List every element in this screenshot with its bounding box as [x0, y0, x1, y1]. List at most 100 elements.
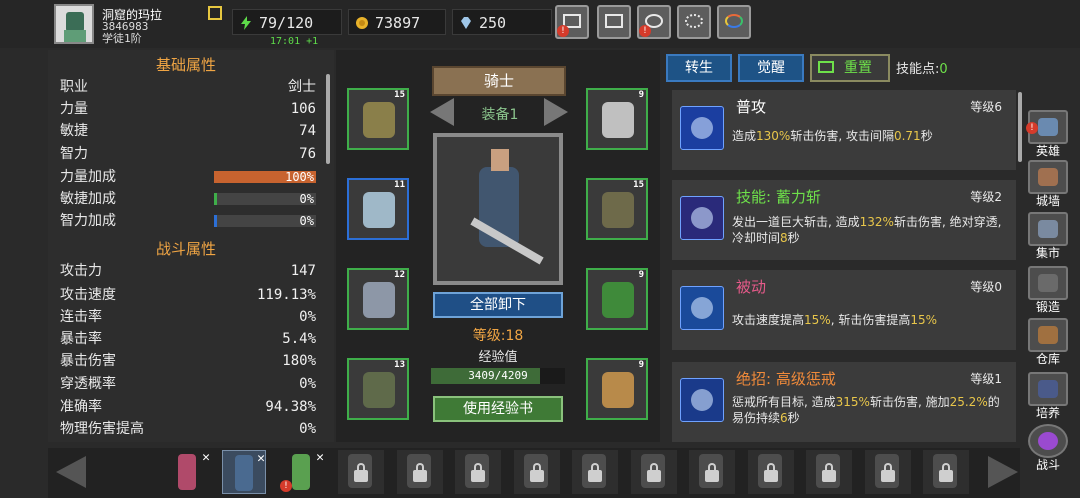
equip-set-label: 装备1 — [481, 107, 519, 123]
chest-slot[interactable]: 11 — [347, 178, 409, 240]
stats-scrollbar[interactable] — [326, 74, 330, 164]
player-avatar[interactable] — [54, 4, 94, 44]
market-icon — [1038, 220, 1058, 238]
locked-hero-slot[interactable] — [864, 450, 911, 494]
lock-icon — [939, 463, 953, 482]
lock-icon — [705, 463, 719, 482]
skill-level: 等级6 — [970, 100, 1002, 114]
skill-card-ultimate[interactable]: 绝招: 高级惩戒 等级1 惩戒所有目标, 造成315%斩击伤害, 施加25.2%… — [666, 362, 1016, 442]
lock-icon — [354, 463, 368, 482]
amulet-slot[interactable]: 9 — [586, 88, 648, 150]
sidebar-hero[interactable]: ! 英雄 — [1024, 110, 1076, 162]
lock-icon — [529, 463, 544, 482]
locked-hero-slot[interactable] — [689, 450, 735, 494]
locked-hero-slot[interactable] — [923, 450, 969, 494]
tab-awaken[interactable]: 觉醒 — [738, 54, 804, 82]
skill-card-basic-attack[interactable]: 普攻 等级6 造成130%斩击伤害, 攻击间隔0.71秒 — [666, 90, 1016, 170]
stat-row: 力量 106 — [60, 101, 316, 117]
tab-rebirth[interactable]: 转生 — [666, 54, 732, 82]
remove-icon[interactable]: ✕ — [316, 450, 324, 465]
use-exp-book-button[interactable]: 使用经验书 — [433, 396, 563, 422]
locked-hero-slot[interactable] — [396, 450, 443, 494]
edit-name-icon[interactable] — [208, 6, 222, 20]
leg-armor-icon — [363, 282, 395, 318]
color-wheel-icon — [725, 14, 743, 28]
ring-slot[interactable]: 9 — [586, 268, 648, 330]
warehouse-icon — [1038, 326, 1058, 344]
player-rank: 学徒1阶 — [102, 32, 142, 45]
boots-slot[interactable]: 13 — [347, 358, 409, 420]
weapon-slot[interactable]: 9 — [586, 358, 648, 420]
hero-portrait — [433, 133, 563, 285]
roster-hero-1[interactable]: ✕ — [166, 450, 210, 494]
lock-icon — [471, 463, 485, 482]
training-icon — [1038, 380, 1058, 398]
reset-label: 重置 — [844, 60, 872, 76]
roster-hero-3[interactable]: ✕! — [280, 450, 324, 494]
sidebar-wall[interactable]: 城墙 — [1024, 160, 1076, 212]
legs-slot[interactable]: 12 — [347, 268, 409, 330]
helmet-slot[interactable]: 15 — [347, 88, 409, 150]
stat-row: 准确率 94.38% — [60, 399, 316, 415]
combat-stats-title: 战斗属性 — [155, 240, 216, 258]
settings-button[interactable] — [677, 5, 711, 39]
stat-row: 攻击力 147 — [60, 263, 316, 279]
sidebar-market[interactable]: 集市 — [1024, 212, 1076, 264]
shop-button[interactable]: ! — [555, 5, 589, 39]
bonus-row: 力量加成 100% — [60, 169, 316, 185]
roster-next-arrow-icon[interactable] — [982, 452, 1022, 492]
class-title: 骑士 — [432, 66, 566, 96]
skill-desc: 攻击速度提高15%, 斩击伤害提高15% — [732, 313, 937, 327]
skill-card-charge-slash[interactable]: 技能: 蓄力斩 等级2 发出一道巨大斩击, 造成132%斩击伤害, 绝对穿透, … — [666, 180, 1016, 260]
remove-icon[interactable]: ✕ — [202, 450, 210, 465]
prev-equip-set-arrow-icon[interactable] — [430, 98, 454, 126]
skills-scrollbar[interactable] — [1018, 92, 1022, 162]
bonus-bar-fill — [214, 215, 218, 227]
reset-skills-button[interactable]: 重置 — [810, 54, 890, 82]
skill-name: 技能: 蓄力斩 — [736, 188, 821, 206]
color-wheel-button[interactable] — [717, 5, 751, 39]
locked-hero-slot[interactable] — [806, 450, 852, 494]
reset-icon — [818, 61, 834, 73]
stat-row: 连击率 0% — [60, 309, 316, 325]
remove-icon[interactable]: ✕ — [257, 451, 265, 466]
skill-desc: 造成130%斩击伤害, 攻击间隔0.71秒 — [732, 129, 933, 143]
chest-armor-icon — [363, 192, 395, 228]
bonus-bar: 0% — [214, 193, 316, 205]
stamina-timer: 17:01 +1 — [270, 36, 319, 47]
mail-button[interactable] — [597, 5, 631, 39]
event-button[interactable]: ! — [637, 5, 671, 39]
sidebar-battle[interactable]: 战斗 — [1024, 424, 1076, 476]
lock-icon — [646, 463, 661, 482]
skill-name: 绝招: 高级惩戒 — [736, 370, 836, 388]
bonus-row: 智力加成 0% — [60, 213, 316, 229]
sidebar-training[interactable]: 培养 — [1024, 372, 1076, 424]
next-equip-set-arrow-icon[interactable] — [544, 98, 568, 126]
gem-icon — [461, 17, 471, 29]
alert-badge: ! — [280, 480, 292, 492]
exp-label: 经验值 — [478, 350, 518, 365]
locked-hero-slot[interactable] — [513, 450, 560, 494]
skill-name: 被动 — [736, 278, 767, 296]
unequip-all-button[interactable]: 全部卸下 — [433, 292, 563, 318]
locked-hero-slot[interactable] — [572, 450, 618, 494]
sidebar-warehouse[interactable]: 仓库 — [1024, 318, 1076, 370]
skill-level: 等级0 — [970, 280, 1002, 294]
anvil-icon — [1038, 274, 1058, 292]
locked-hero-slot[interactable] — [747, 450, 794, 494]
crescent-skill-icon — [680, 196, 724, 240]
stamina-value: 79/120 — [259, 14, 314, 32]
sidebar-forge[interactable]: 锻造 — [1024, 266, 1076, 318]
bonus-row: 敏捷加成 0% — [60, 191, 316, 207]
locked-hero-slot[interactable] — [630, 450, 677, 494]
gloves-slot[interactable]: 15 — [586, 178, 648, 240]
skill-desc: 发出一道巨大斩击, 造成132%斩击伤害, 绝对穿透, 冷却时间8秒 — [732, 215, 1002, 245]
locked-hero-slot[interactable] — [338, 450, 384, 494]
locked-hero-slot[interactable] — [455, 450, 501, 494]
gem-box: 250 — [452, 9, 552, 35]
skill-points: 技能点:0 — [896, 62, 948, 77]
roster-prev-arrow-icon[interactable] — [52, 452, 92, 492]
roster-hero-2[interactable]: ✕ — [222, 450, 266, 494]
stat-row: 职业 剑士 — [60, 79, 316, 95]
skill-card-passive[interactable]: 被动 等级0 攻击速度提高15%, 斩击伤害提高15% — [666, 270, 1016, 350]
